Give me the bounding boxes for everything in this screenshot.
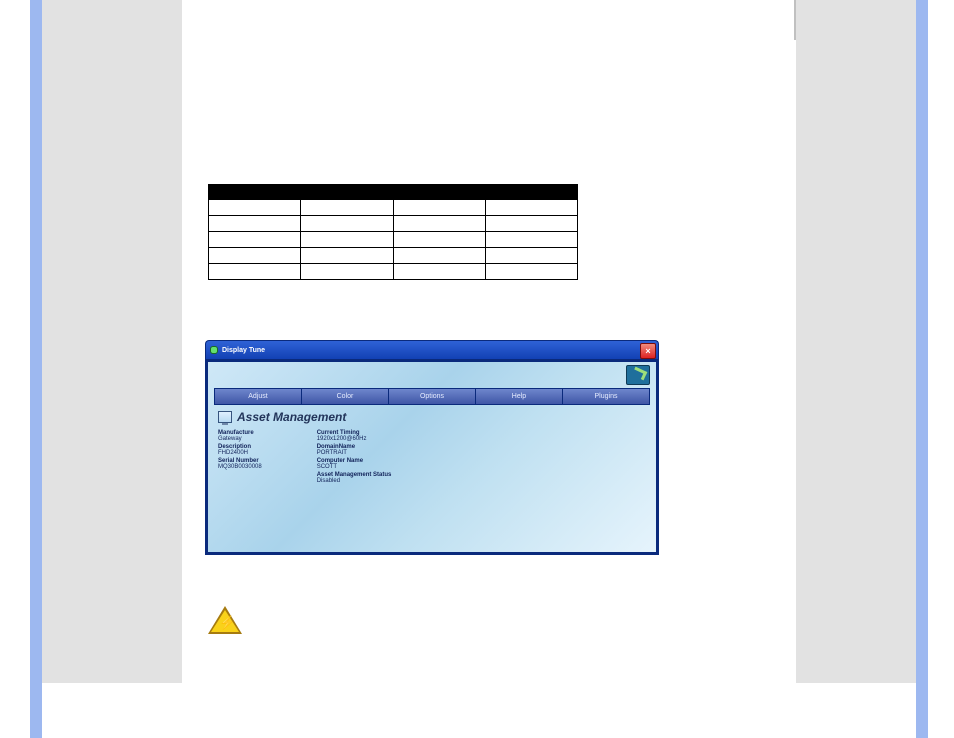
table-cell [485, 216, 577, 232]
table-cell [485, 232, 577, 248]
table-cell [209, 264, 301, 280]
tab-color[interactable]: Color [302, 389, 389, 404]
table-cell [209, 216, 301, 232]
theft-deterrence-icon[interactable] [626, 365, 650, 385]
table-cell [301, 200, 393, 216]
computer-value: SCOTT [317, 464, 392, 470]
table-cell [393, 248, 485, 264]
display-tune-window: Display Tune × Adjust Color Options Help… [205, 340, 659, 554]
tab-help[interactable]: Help [476, 389, 563, 404]
window-body: Adjust Color Options Help Plugins Asset … [205, 359, 659, 555]
table-row [209, 232, 578, 248]
monitor-icon [218, 411, 232, 423]
table-body [209, 200, 578, 280]
table-cell [485, 248, 577, 264]
table-cell [393, 216, 485, 232]
table-row [209, 264, 578, 280]
table-cell [485, 200, 577, 216]
data-table [208, 184, 578, 280]
left-stripe [42, 0, 182, 683]
table-header-cell [209, 185, 301, 200]
tab-label: Plugins [595, 393, 618, 400]
info-col-right: Current Timing 1920x1200@60Hz DomainName… [317, 428, 392, 484]
table-cell [485, 264, 577, 280]
right-stripe-tail [794, 0, 796, 40]
domain-value: PORTRAIT [317, 450, 392, 456]
right-rail [916, 0, 928, 738]
app-status-dot [210, 346, 218, 354]
lightning-icon: ⚡ [219, 616, 235, 629]
tab-label: Color [337, 393, 354, 400]
close-button[interactable]: × [640, 343, 656, 359]
title-bar[interactable]: Display Tune × [205, 340, 659, 359]
table-header-cell [393, 185, 485, 200]
table-cell [393, 200, 485, 216]
table-cell [209, 248, 301, 264]
table-row [209, 216, 578, 232]
table-cell [301, 248, 393, 264]
table-cell [393, 232, 485, 248]
table-cell [301, 232, 393, 248]
description-value: FHD2400H [218, 450, 262, 456]
table-cell [301, 216, 393, 232]
info-col-left: Manufacture Gateway Description FHD2400H… [218, 428, 262, 484]
title-text: Display Tune [222, 347, 265, 354]
table-header-cell [301, 185, 393, 200]
am-status-value: Disabled [317, 478, 392, 484]
serial-value: MQ30B0030008 [218, 464, 262, 470]
tab-plugins[interactable]: Plugins [563, 389, 649, 404]
caution-row: ⚡ [208, 606, 242, 634]
table-head [209, 185, 578, 200]
tab-label: Help [512, 393, 526, 400]
tab-label: Options [420, 393, 444, 400]
table [208, 184, 578, 280]
table-header-cell [485, 185, 577, 200]
table-cell [393, 264, 485, 280]
page: Display Tune × Adjust Color Options Help… [0, 0, 954, 738]
tab-label: Adjust [248, 393, 267, 400]
manufacture-value: Gateway [218, 436, 262, 442]
tab-bar: Adjust Color Options Help Plugins [214, 388, 650, 405]
panel-title: Asset Management [237, 410, 346, 424]
table-cell [301, 264, 393, 280]
timing-value: 1920x1200@60Hz [317, 436, 392, 442]
panel-title-row: Asset Management [218, 410, 346, 424]
tab-options[interactable]: Options [389, 389, 476, 404]
table-cell [209, 232, 301, 248]
left-rail [30, 0, 42, 738]
tab-adjust[interactable]: Adjust [215, 389, 302, 404]
close-icon: × [645, 346, 650, 356]
info-columns: Manufacture Gateway Description FHD2400H… [218, 428, 446, 484]
table-cell [209, 200, 301, 216]
table-row [209, 248, 578, 264]
table-row [209, 200, 578, 216]
caution-icon: ⚡ [208, 606, 242, 634]
right-stripe [796, 0, 916, 683]
